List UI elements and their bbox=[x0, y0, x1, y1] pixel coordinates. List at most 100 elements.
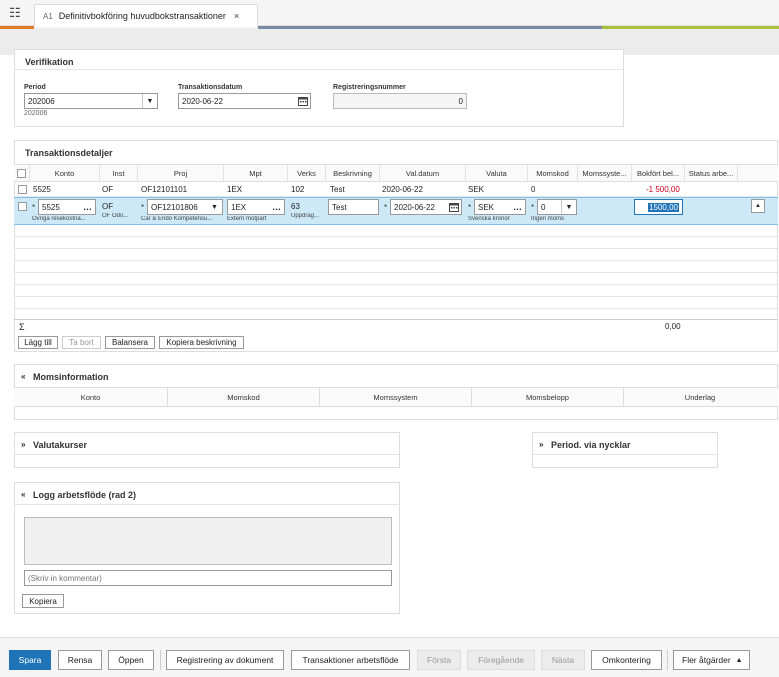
moms-title: Momsinformation bbox=[33, 372, 109, 382]
column-header[interactable]: Beskrivning bbox=[326, 165, 380, 182]
transaktion-title: Transaktionsdetaljer bbox=[25, 148, 113, 158]
save-button[interactable]: Spara bbox=[9, 650, 51, 670]
document-registration-button[interactable]: Registrering av dokument bbox=[166, 650, 284, 670]
cell-inst: OF bbox=[102, 185, 114, 194]
next-button[interactable]: Nästa bbox=[541, 650, 585, 670]
triangle-up-icon[interactable]: ▲ bbox=[751, 199, 765, 213]
grid-line bbox=[14, 272, 777, 273]
column-header[interactable]: Underlag bbox=[624, 388, 776, 407]
verifikation-title: Verifikation bbox=[25, 57, 74, 67]
copy-description-button[interactable]: Kopiera beskrivning bbox=[159, 336, 244, 349]
cell-beskrivning: Test bbox=[330, 185, 345, 194]
period-sub: 202006 bbox=[24, 110, 48, 117]
open-button[interactable]: Öppen bbox=[108, 650, 154, 670]
calendar-icon[interactable] bbox=[448, 201, 460, 213]
belopp-input[interactable]: 1500,00 bbox=[634, 199, 683, 215]
column-header[interactable]: Momsbelopp bbox=[472, 388, 624, 407]
toolbar-separator bbox=[160, 650, 161, 670]
regnr-label: Registreringsnummer bbox=[333, 84, 406, 91]
required-marker: * bbox=[32, 203, 36, 212]
regnr-field: 0 bbox=[333, 93, 467, 109]
beskrivning-input[interactable]: Test bbox=[328, 199, 379, 215]
more-actions-button[interactable]: Fler åtgärder ▲ bbox=[673, 650, 750, 670]
sum-symbol: Σ bbox=[19, 322, 25, 332]
triangle-up-icon: ▲ bbox=[735, 656, 743, 664]
chevron-down-icon[interactable]: ▼ bbox=[142, 94, 157, 108]
previous-button[interactable]: Föregående bbox=[467, 650, 535, 670]
remove-row-button[interactable]: Ta bort bbox=[62, 336, 101, 349]
chevron-double-down-icon[interactable]: » bbox=[539, 440, 543, 449]
ellipsis-icon[interactable]: … bbox=[510, 200, 525, 214]
column-header[interactable]: Konto bbox=[30, 165, 100, 182]
cell-verks: 102 bbox=[291, 185, 305, 194]
column-header[interactable]: Inst bbox=[100, 165, 138, 182]
column-header[interactable]: Momssyste... bbox=[578, 165, 632, 182]
column-header[interactable]: Momssystem bbox=[320, 388, 472, 407]
cell-valuta: SEK bbox=[468, 185, 485, 194]
chevron-double-up-icon[interactable]: « bbox=[21, 490, 25, 499]
momskod-description: Ingen moms bbox=[531, 216, 565, 222]
logg-title: Logg arbetsflöde (rad 2) bbox=[33, 490, 137, 500]
comment-input[interactable]: (Skriv in kommentar) bbox=[24, 570, 392, 586]
period-value: 202006 bbox=[28, 96, 55, 106]
transactions-workflow-button[interactable]: Transaktioner arbetsflöde bbox=[291, 650, 410, 670]
period-select[interactable]: 202006 bbox=[24, 93, 158, 109]
inst-description: OF Odo... bbox=[102, 213, 129, 219]
add-row-button[interactable]: Lägg till bbox=[18, 336, 58, 349]
grid-line bbox=[14, 248, 777, 249]
konto-description: Övriga resekostna... bbox=[32, 216, 86, 222]
column-header[interactable]: Momskod bbox=[528, 165, 578, 182]
mpt-description: Extern motpart bbox=[227, 216, 267, 222]
chevron-down-icon[interactable]: ▼ bbox=[207, 200, 222, 214]
tab-definitivbokforing[interactable]: A1 Definitivbokföring huvudbokstransakti… bbox=[34, 4, 258, 27]
period-nycklar-title: Period. via nycklar bbox=[551, 440, 631, 450]
trans-date-label: Transaktionsdatum bbox=[178, 84, 243, 91]
list-icon: ☷ bbox=[9, 5, 21, 20]
belopp-value: 1500,00 bbox=[648, 202, 679, 212]
log-history bbox=[24, 517, 392, 565]
calendar-icon[interactable] bbox=[296, 94, 310, 108]
column-header[interactable]: Mpt bbox=[224, 165, 288, 182]
valdatum-value: 2020-06-22 bbox=[394, 202, 435, 212]
grid-line bbox=[14, 236, 777, 237]
column-header[interactable]: Bokfört bel... bbox=[632, 165, 685, 182]
momskod-value: 0 bbox=[541, 202, 546, 212]
column-header[interactable]: Status arbe... bbox=[685, 165, 738, 182]
valutakurser-panel: » Valutakurser bbox=[14, 432, 400, 468]
column-header[interactable]: Verks bbox=[288, 165, 326, 182]
first-button[interactable]: Första bbox=[417, 650, 461, 670]
grid-line bbox=[14, 296, 777, 297]
row-checkbox[interactable] bbox=[18, 185, 27, 194]
cell-proj: OF12101101 bbox=[141, 185, 188, 194]
chevron-double-down-icon[interactable]: » bbox=[21, 440, 25, 449]
close-icon[interactable]: × bbox=[234, 11, 239, 21]
balance-button[interactable]: Balansera bbox=[105, 336, 155, 349]
select-all-checkbox[interactable] bbox=[17, 169, 26, 178]
tab-code: A1 bbox=[43, 11, 53, 21]
period-nycklar-panel: » Period. via nycklar bbox=[532, 432, 718, 468]
proj-value: OF12101806 bbox=[151, 202, 198, 212]
trans-date-input[interactable]: 2020-06-22 bbox=[178, 93, 311, 109]
required-marker: * bbox=[531, 203, 535, 212]
column-header[interactable]: Valuta bbox=[466, 165, 528, 182]
ellipsis-icon[interactable]: … bbox=[80, 200, 95, 214]
rekontering-button[interactable]: Omkontering bbox=[591, 650, 662, 670]
column-header[interactable]: Konto bbox=[14, 388, 168, 407]
konto-value: 5525 bbox=[42, 202, 60, 212]
chevron-down-icon[interactable]: ▼ bbox=[561, 200, 576, 214]
column-header[interactable]: Proj bbox=[138, 165, 224, 182]
column-header[interactable]: Momskod bbox=[168, 388, 320, 407]
cell-konto: 5525 bbox=[33, 185, 51, 194]
mpt-value: 1EX bbox=[231, 202, 247, 212]
chevron-double-up-icon[interactable]: « bbox=[21, 372, 25, 381]
clear-button[interactable]: Rensa bbox=[58, 650, 102, 670]
column-header[interactable]: Val.datum bbox=[380, 165, 466, 182]
menu-button[interactable]: ☷ bbox=[0, 0, 30, 26]
grid-line bbox=[14, 284, 777, 285]
required-marker: * bbox=[141, 203, 145, 212]
comment-placeholder: (Skriv in kommentar) bbox=[28, 573, 102, 583]
row-checkbox[interactable] bbox=[18, 202, 27, 211]
select-all-cell[interactable] bbox=[14, 165, 30, 182]
copy-log-button[interactable]: Kopiera bbox=[22, 594, 64, 608]
ellipsis-icon[interactable]: … bbox=[269, 200, 284, 214]
